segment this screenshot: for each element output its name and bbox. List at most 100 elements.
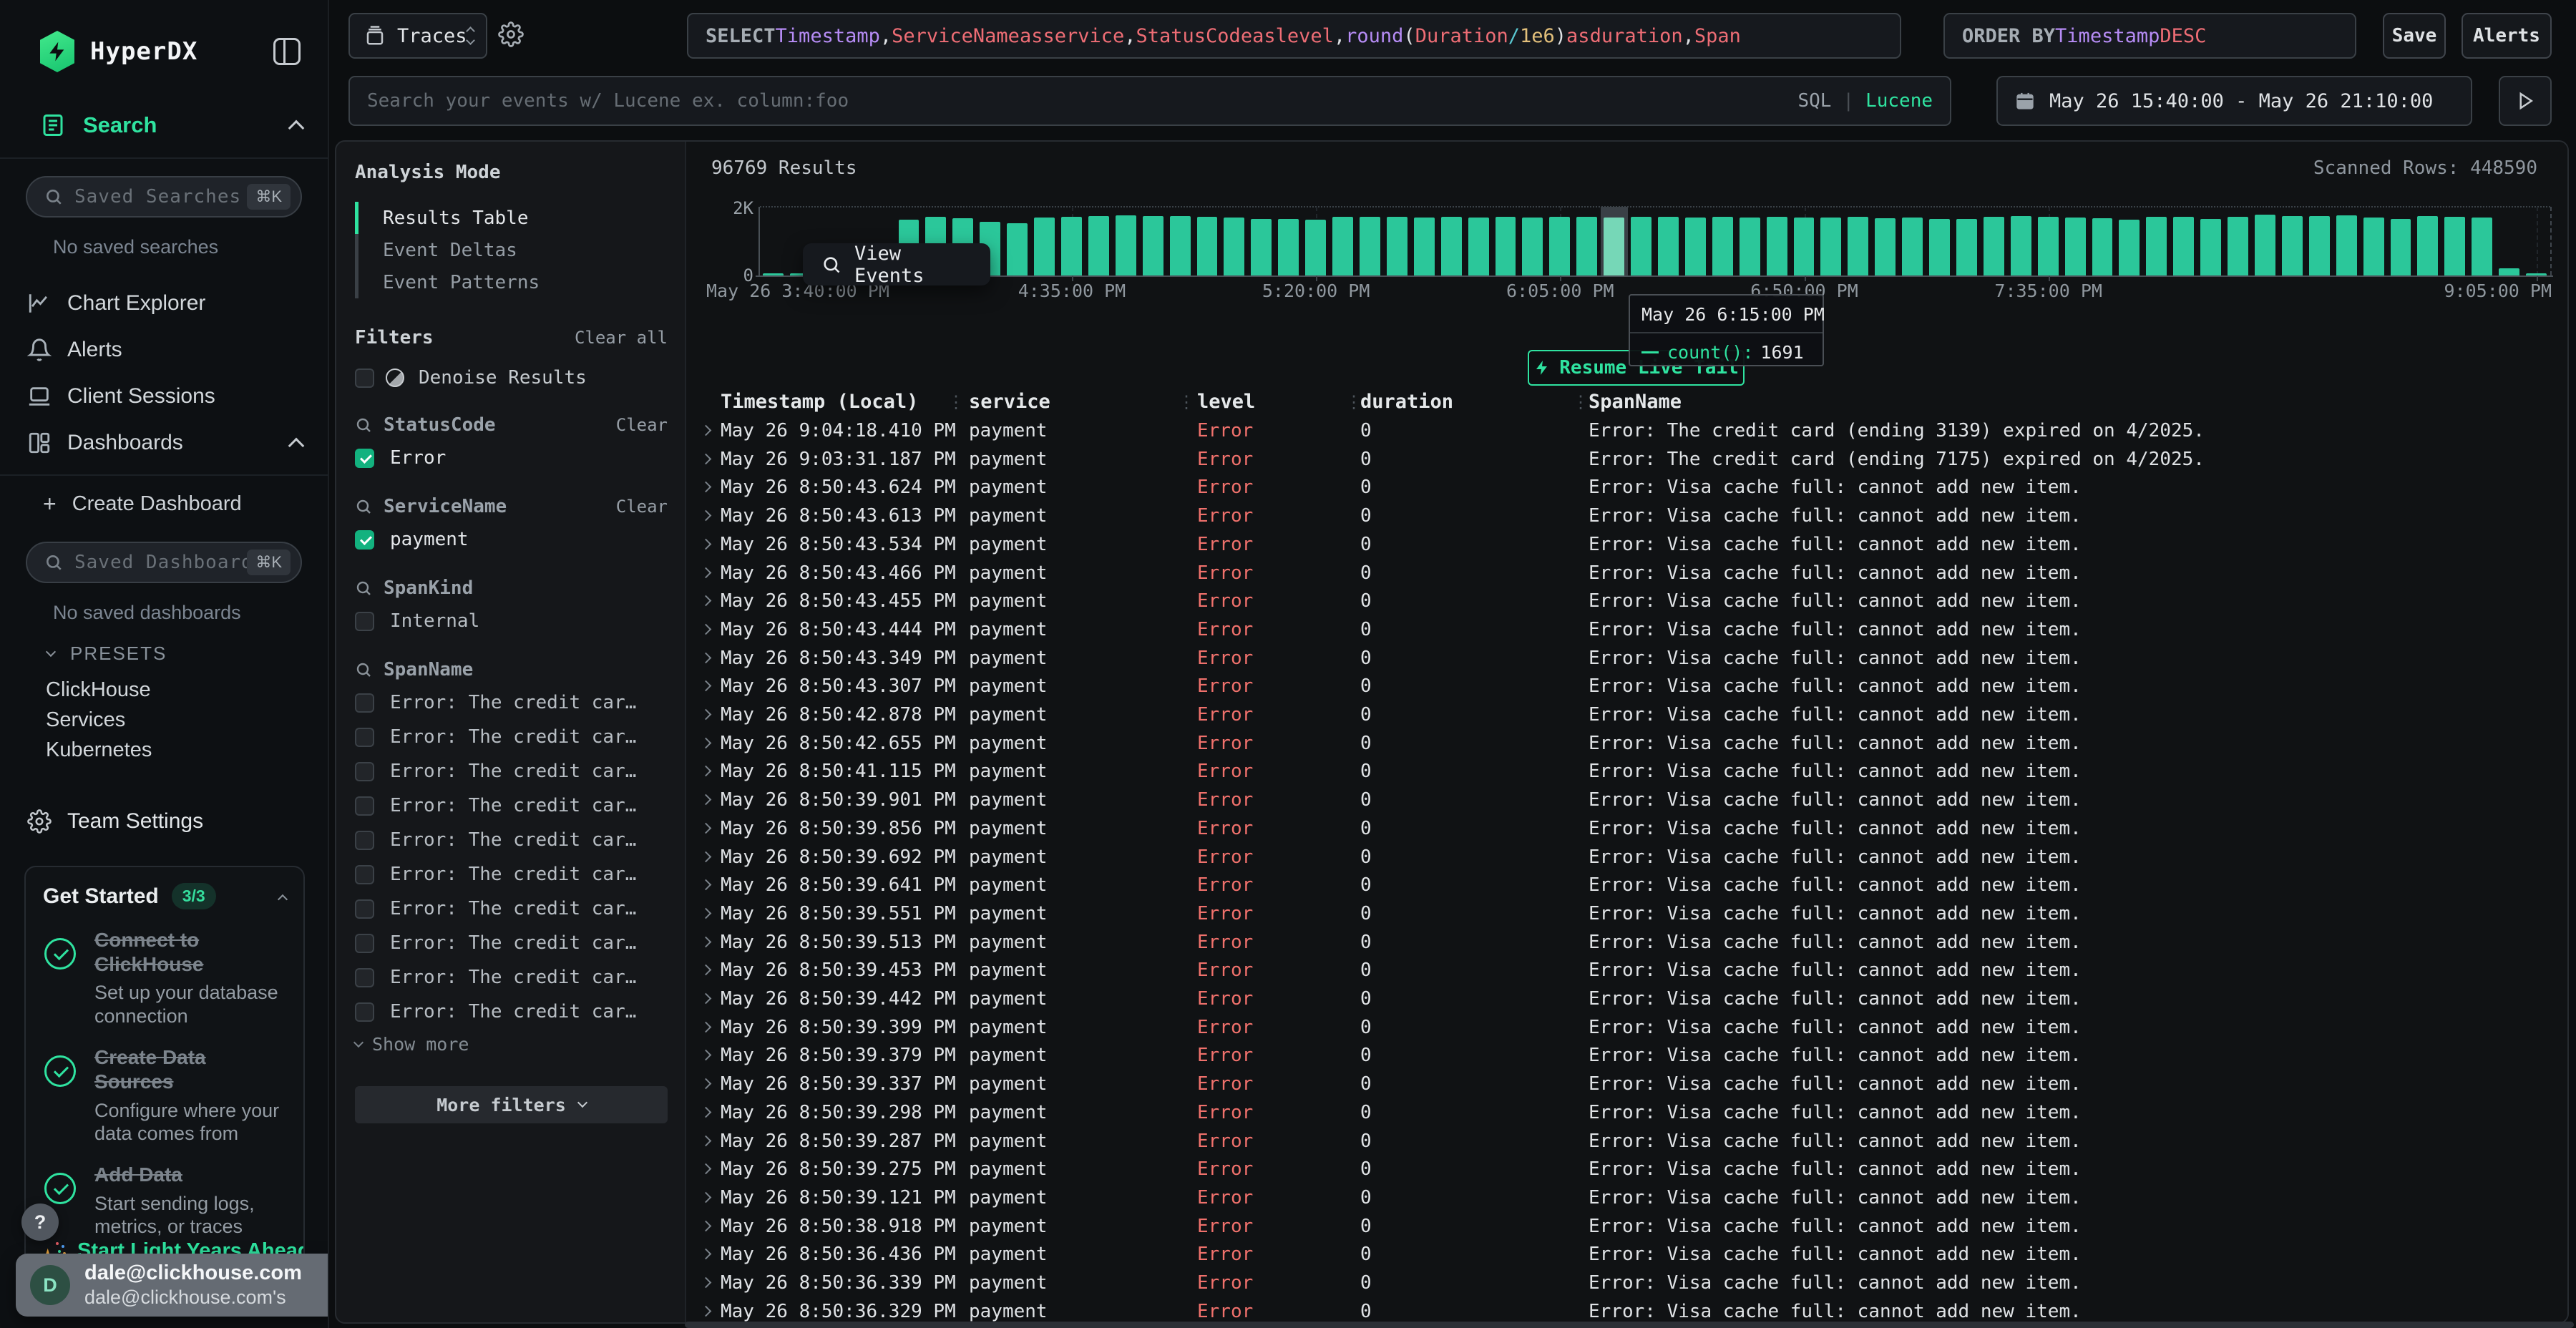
mode-toggle-sql[interactable]: SQL — [1797, 90, 1831, 112]
column-resize-handle[interactable]: ⋮ — [947, 391, 965, 414]
row-expand-icon[interactable] — [701, 1192, 712, 1204]
row-expand-icon[interactable] — [701, 453, 712, 464]
checkbox-icon[interactable] — [355, 1002, 374, 1022]
histogram-bar[interactable] — [1956, 219, 1977, 275]
row-expand-icon[interactable] — [701, 1050, 712, 1061]
histogram-bar[interactable] — [1848, 217, 1868, 275]
histogram-bar[interactable] — [1441, 217, 1462, 275]
row-expand-icon[interactable] — [701, 766, 712, 777]
lucene-search-input[interactable]: Search your events w/ Lucene ex. column:… — [348, 76, 1951, 126]
get-started-item[interactable]: Connect to ClickHouseSet up your databas… — [43, 928, 286, 1028]
row-expand-icon[interactable] — [701, 737, 712, 748]
view-events-popup[interactable]: View Events — [803, 243, 990, 285]
date-range-picker[interactable]: May 26 15:40:00 - May 26 21:10:00 — [1996, 76, 2472, 126]
table-row[interactable]: May 26 8:50:42.655 PMpaymentError0Error:… — [686, 729, 2567, 758]
row-expand-icon[interactable] — [701, 936, 712, 947]
column-header-duration[interactable]: duration — [1360, 388, 1453, 416]
table-row[interactable]: May 26 8:50:39.453 PMpaymentError0Error:… — [686, 956, 2567, 985]
histogram-bar[interactable] — [1251, 219, 1272, 275]
histogram-bar[interactable] — [1549, 217, 1570, 275]
get-started-item[interactable]: Add DataStart sending logs, metrics, or … — [43, 1163, 286, 1239]
filter-option[interactable]: payment — [355, 527, 668, 552]
run-query-button[interactable] — [2499, 76, 2552, 126]
filter-option[interactable]: Error: The credit card … — [355, 828, 668, 852]
clear-filter-link[interactable]: Clear — [616, 497, 668, 517]
table-row[interactable]: May 26 8:50:39.287 PMpaymentError0Error:… — [686, 1127, 2567, 1156]
histogram-bar[interactable] — [1631, 217, 1652, 275]
table-row[interactable]: May 26 8:50:39.121 PMpaymentError0Error:… — [686, 1183, 2567, 1212]
histogram-bar[interactable] — [2092, 218, 2113, 275]
row-expand-icon[interactable] — [701, 1107, 712, 1118]
histogram-bar[interactable] — [1305, 220, 1326, 275]
table-row[interactable]: May 26 8:50:39.337 PMpaymentError0Error:… — [686, 1070, 2567, 1098]
row-expand-icon[interactable] — [701, 1277, 712, 1289]
histogram-bar[interactable] — [1468, 218, 1489, 275]
histogram-bar[interactable] — [1604, 218, 1624, 275]
sql-select-editor[interactable]: SELECT Timestamp, ServiceName as service… — [687, 13, 1901, 59]
denoise-results-checkbox[interactable]: Denoise Results — [355, 367, 668, 389]
histogram-bar[interactable] — [1088, 216, 1109, 275]
row-expand-icon[interactable] — [701, 482, 712, 493]
order-by-editor[interactable]: ORDER BY Timestamp DESC — [1943, 13, 2356, 59]
row-expand-icon[interactable] — [701, 1305, 712, 1317]
histogram-bar[interactable] — [2282, 216, 2303, 275]
checkbox-icon[interactable] — [355, 899, 374, 919]
histogram-bar[interactable] — [2391, 219, 2411, 275]
checkbox-icon[interactable] — [355, 934, 374, 953]
show-more-toggle[interactable]: Show more — [355, 1034, 668, 1055]
source-settings-gear-icon[interactable] — [498, 21, 524, 47]
column-header-level[interactable]: level — [1197, 388, 1255, 416]
row-expand-icon[interactable] — [701, 1078, 712, 1090]
sidebar-item-alerts[interactable]: Alerts — [0, 326, 328, 373]
histogram-bar[interactable] — [1007, 223, 1028, 275]
create-dashboard-button[interactable]: + Create Dashboard — [0, 483, 328, 524]
column-header-spanname[interactable]: SpanName — [1589, 388, 1682, 416]
row-expand-icon[interactable] — [701, 624, 712, 635]
table-row[interactable]: May 26 8:50:43.534 PMpaymentError0Error:… — [686, 530, 2567, 559]
row-expand-icon[interactable] — [701, 823, 712, 834]
histogram-bar[interactable] — [1794, 218, 1815, 275]
histogram-bar[interactable] — [1902, 218, 1923, 275]
table-row[interactable]: May 26 8:50:41.115 PMpaymentError0Error:… — [686, 757, 2567, 786]
table-row[interactable]: May 26 8:50:39.442 PMpaymentError0Error:… — [686, 985, 2567, 1013]
table-row[interactable]: May 26 8:50:39.641 PMpaymentError0Error:… — [686, 871, 2567, 899]
histogram-bar[interactable] — [2417, 216, 2438, 275]
sidebar-collapse-icon[interactable] — [273, 38, 301, 65]
saved-dashboards-input[interactable]: Saved Dashboards ⌘K — [26, 542, 302, 583]
histogram-bar[interactable] — [1522, 218, 1543, 275]
source-select[interactable]: Traces — [348, 13, 487, 59]
checkbox-checked-icon[interactable] — [355, 449, 374, 468]
histogram-bar[interactable] — [1061, 217, 1082, 275]
filter-option[interactable]: Error: The credit card … — [355, 690, 668, 715]
table-row[interactable]: May 26 8:50:43.624 PMpaymentError0Error:… — [686, 473, 2567, 502]
checkbox-icon[interactable] — [355, 831, 374, 850]
histogram-bar[interactable] — [1984, 217, 2004, 275]
filter-option[interactable]: Error — [355, 446, 668, 470]
histogram-bar[interactable] — [1332, 217, 1353, 275]
mode-toggle-lucene[interactable]: Lucene — [1865, 90, 1933, 112]
histogram-bar[interactable] — [1414, 218, 1435, 275]
table-row[interactable]: May 26 8:50:36.339 PMpaymentError0Error:… — [686, 1269, 2567, 1297]
saved-searches-input[interactable]: Saved Searches ⌘K — [26, 176, 302, 218]
histogram-bar[interactable] — [1116, 215, 1136, 275]
table-row[interactable]: May 26 8:50:43.613 PMpaymentError0Error:… — [686, 502, 2567, 530]
preset-item-kubernetes[interactable]: Kubernetes — [0, 735, 328, 765]
column-resize-handle[interactable]: ⋮ — [1345, 391, 1362, 414]
row-expand-icon[interactable] — [701, 595, 712, 607]
histogram-bar[interactable] — [1685, 218, 1706, 275]
table-row[interactable]: May 26 8:50:42.878 PMpaymentError0Error:… — [686, 700, 2567, 729]
histogram-bar[interactable] — [1820, 218, 1841, 275]
tab-results-table[interactable]: Results Table — [355, 202, 668, 234]
filter-option[interactable]: Error: The credit card … — [355, 931, 668, 955]
histogram-bar[interactable] — [1034, 218, 1055, 275]
preset-item-services[interactable]: Services — [0, 705, 328, 735]
checkbox-icon[interactable] — [355, 612, 374, 631]
histogram-bar[interactable] — [1767, 217, 1787, 275]
histogram-bar[interactable] — [2228, 217, 2248, 275]
sidebar-item-dashboards[interactable]: Dashboards — [0, 419, 328, 466]
checkbox-icon[interactable] — [355, 762, 374, 781]
histogram-bar[interactable] — [2472, 218, 2492, 275]
checkbox-icon[interactable] — [355, 865, 374, 884]
tab-event-deltas[interactable]: Event Deltas — [355, 234, 668, 266]
table-row[interactable]: May 26 8:50:36.329 PMpaymentError0Error:… — [686, 1297, 2567, 1322]
